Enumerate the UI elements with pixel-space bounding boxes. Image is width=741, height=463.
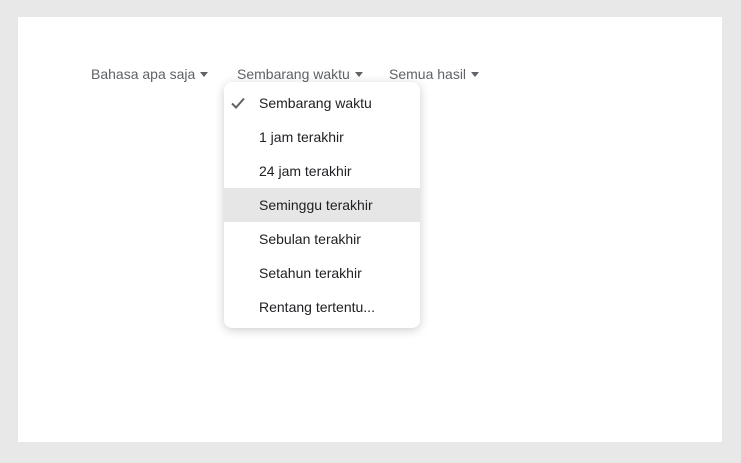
- menu-item-label: Seminggu terakhir: [259, 197, 373, 213]
- caret-down-icon: [200, 71, 209, 77]
- language-filter-button[interactable]: Bahasa apa saja: [91, 63, 209, 85]
- check-icon: [231, 86, 247, 120]
- caret-down-icon: [354, 71, 363, 77]
- menu-item-label: 1 jam terakhir: [259, 129, 344, 145]
- caret-down-icon: [471, 71, 480, 77]
- menu-item-label: Sembarang waktu: [259, 95, 372, 111]
- menu-item-label: Rentang tertentu...: [259, 299, 375, 315]
- menu-item-past-month[interactable]: Sebulan terakhir: [224, 222, 420, 256]
- menu-item-past-hour[interactable]: 1 jam terakhir: [224, 120, 420, 154]
- language-filter-label: Bahasa apa saja: [91, 66, 196, 82]
- menu-item-custom-range[interactable]: Rentang tertentu...: [224, 290, 420, 324]
- menu-item-label: Sebulan terakhir: [259, 231, 361, 247]
- search-tools-panel: Bahasa apa saja Sembarang waktu Semua ha…: [18, 17, 722, 442]
- menu-item-past-24-hours[interactable]: 24 jam terakhir: [224, 154, 420, 188]
- menu-item-any-time[interactable]: Sembarang waktu: [224, 86, 420, 120]
- menu-item-label: 24 jam terakhir: [259, 163, 352, 179]
- time-filter-label: Sembarang waktu: [237, 66, 350, 82]
- menu-item-past-week[interactable]: Seminggu terakhir: [224, 188, 420, 222]
- menu-item-past-year[interactable]: Setahun terakhir: [224, 256, 420, 290]
- menu-item-label: Setahun terakhir: [259, 265, 362, 281]
- time-filter-menu: Sembarang waktu 1 jam terakhir 24 jam te…: [224, 82, 420, 328]
- results-filter-label: Semua hasil: [389, 66, 467, 82]
